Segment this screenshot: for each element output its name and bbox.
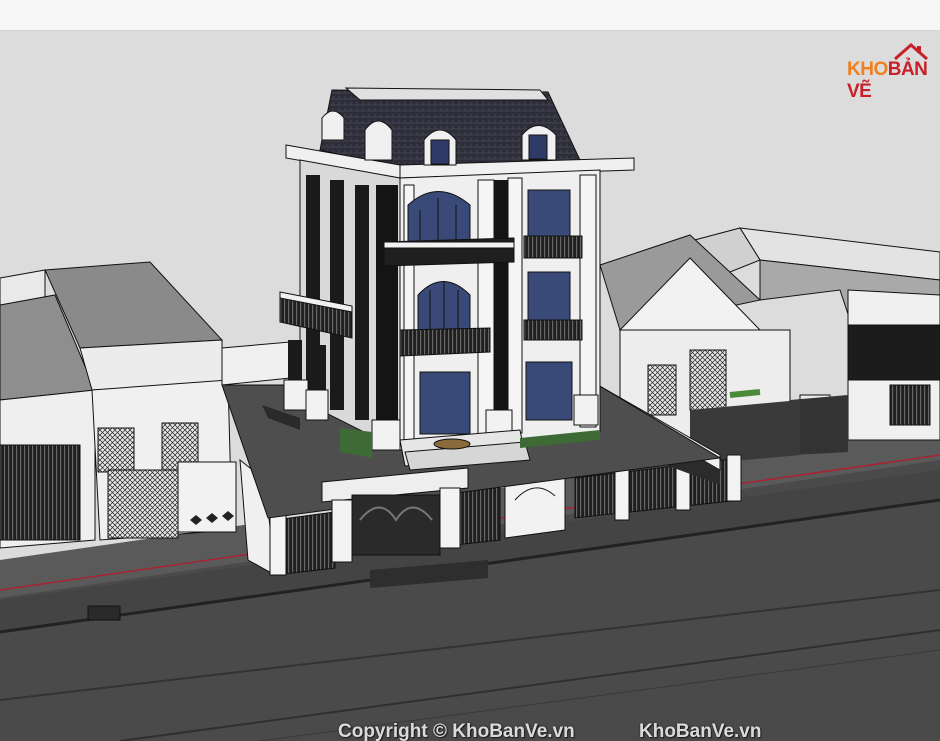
left-neighbor-houses xyxy=(0,261,237,549)
app-top-bar xyxy=(0,0,940,31)
khobanve-logo: KHOBẢN VẼ xyxy=(843,41,933,102)
site-watermark: KhoBanVe.vn xyxy=(639,721,762,741)
drain-cover xyxy=(87,605,121,621)
house-roof-icon xyxy=(894,43,928,61)
logo-wordmark: KHOBẢN VẼ xyxy=(847,59,933,103)
copyright-watermark: Copyright © KhoBanVe.vn xyxy=(338,721,575,741)
3d-model-viewport[interactable]: KHOBẢN VẼ Copyright © KhoBanVe.vn KhoBan… xyxy=(0,31,940,741)
villa-building xyxy=(262,87,635,471)
villa-3d-scene[interactable] xyxy=(0,31,940,741)
logo-text-kho: KHO xyxy=(847,59,888,80)
